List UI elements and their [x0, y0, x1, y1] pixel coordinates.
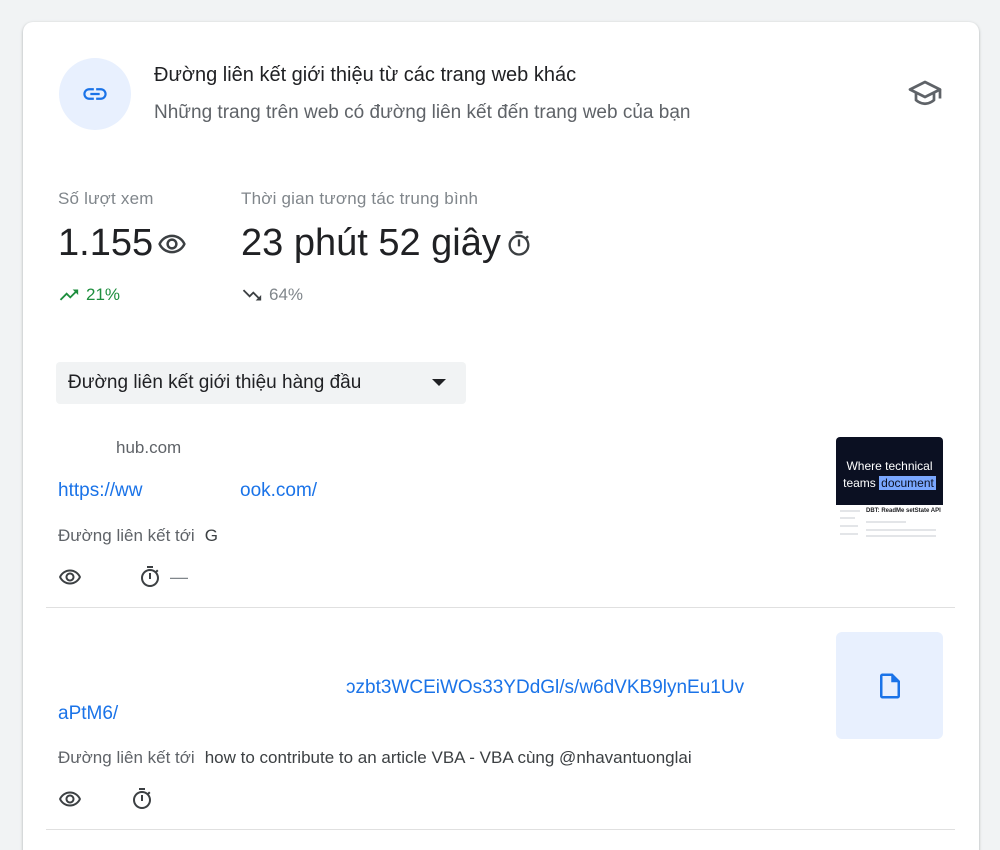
referral-url-part1[interactable]: https://ww — [58, 480, 142, 502]
row-time-value: — — [170, 566, 188, 587]
link-icon-badge — [59, 58, 131, 130]
row-views-icon-wrap — [58, 787, 82, 811]
timer-icon — [141, 566, 159, 587]
row-time-icon-wrap: — — [138, 565, 188, 589]
engagement-trend-value: 64% — [269, 285, 304, 304]
referral-url-part2[interactable]: ook.com/ — [240, 480, 317, 502]
views-value-row: 1.155 — [58, 222, 187, 265]
engagement-label: Thời gian tương tác trung bình — [241, 189, 479, 208]
target-label: Đường liên kết tới — [58, 748, 195, 767]
views-value: 1.155 — [58, 222, 154, 264]
thumbnail-subtitle: DBT: ReadMe setState API — [866, 508, 941, 514]
target-page[interactable]: how to contribute to an article VBA - VB… — [205, 748, 692, 767]
engagement-trend: 64% — [241, 284, 303, 306]
views-trend: 21% — [58, 284, 120, 306]
graduation-cap-icon[interactable] — [905, 76, 945, 112]
target-label: Đường liên kết tới — [58, 526, 195, 545]
referral-thumbnail[interactable]: Where technical teams document DBT: Read… — [836, 437, 943, 544]
dropdown-label: Đường liên kết giới thiệu hàng đầu — [68, 372, 362, 393]
row-time-icon-wrap — [130, 787, 154, 811]
engagement-value-row: 23 phút 52 giây — [241, 222, 533, 265]
row-divider — [46, 829, 955, 830]
trending-down-icon — [242, 289, 262, 301]
referral-domain: hub.com — [116, 438, 182, 457]
card-subtitle: Những trang trên web có đường liên kết đ… — [154, 102, 691, 123]
referral-target: Đường liên kết tới G — [58, 526, 218, 546]
top-referrals-dropdown[interactable]: Đường liên kết giới thiệu hàng đầu — [56, 362, 466, 404]
trending-up-icon — [59, 289, 79, 301]
thumbnail-line — [840, 533, 858, 535]
thumbnail-line2: teams document — [843, 476, 936, 490]
row-divider — [46, 607, 955, 608]
document-icon — [879, 673, 900, 698]
engagement-value: 23 phút 52 giây — [241, 222, 501, 264]
views-trend-value: 21% — [86, 285, 121, 304]
thumbnail-line1: Where technical — [846, 459, 933, 473]
referral-url-line1[interactable]: ɔzbt3WCEiWOs33YDdGl/s/w6dVKB9lynEu1Uv — [346, 677, 744, 699]
card-title: Đường liên kết giới thiệu từ các trang w… — [154, 64, 577, 86]
eye-icon — [157, 229, 187, 259]
thumbnail-line — [866, 521, 906, 523]
views-label: Số lượt xem — [58, 189, 154, 208]
thumbnail-line — [840, 525, 858, 527]
thumbnail-line — [840, 510, 860, 512]
thumbnail-line — [866, 535, 936, 537]
referral-target: Đường liên kết tới how to contribute to a… — [58, 748, 692, 768]
eye-icon — [59, 791, 81, 807]
thumbnail-line — [840, 517, 855, 519]
thumbnail-line — [866, 529, 936, 531]
referral-url-line2[interactable]: aPtM6/ — [58, 703, 118, 725]
eye-icon — [59, 569, 81, 585]
target-page[interactable]: G — [205, 526, 218, 545]
dropdown-arrow-icon — [432, 379, 446, 386]
referral-card: Đường liên kết giới thiệu từ các trang w… — [23, 22, 979, 850]
timer-icon — [133, 788, 151, 809]
link-icon — [83, 88, 107, 100]
row-views-icon-wrap — [58, 565, 82, 589]
referral-thumbnail[interactable] — [836, 632, 943, 739]
timer-icon — [505, 229, 533, 259]
